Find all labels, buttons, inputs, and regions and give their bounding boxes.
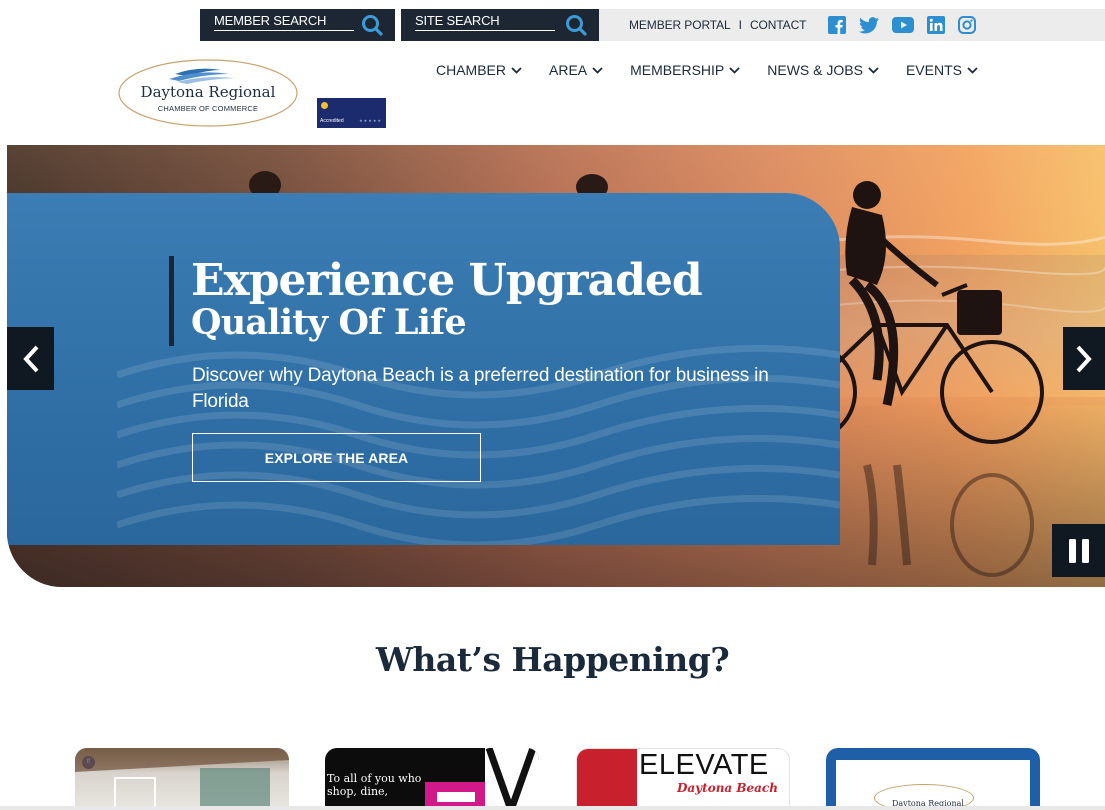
- nav-item-news-jobs[interactable]: NEWS & JOBS: [767, 62, 879, 78]
- member-search-box[interactable]: MEMBER SEARCH: [200, 9, 395, 41]
- hero-subtitle: Discover why Daytona Beach is a preferre…: [192, 365, 769, 412]
- nav-item-label[interactable]: AREA: [549, 62, 587, 78]
- chevron-down-icon: [511, 66, 522, 74]
- explore-area-button[interactable]: EXPLORE THE AREA: [192, 433, 481, 482]
- facebook-icon[interactable]: [828, 16, 847, 34]
- nav-item-label[interactable]: EVENTS: [906, 62, 962, 78]
- card-subtitle: Daytona Beach: [677, 781, 778, 795]
- nav-item-events[interactable]: EVENTS: [906, 62, 978, 78]
- search-icon[interactable]: [361, 14, 383, 36]
- main-navigation: CHAMBER AREA MEMBERSHIP NEWS & JOBS EVEN…: [436, 62, 978, 78]
- hero-slider: Experience Upgraded Quality Of Life Disc…: [7, 145, 1105, 587]
- card-image: [75, 748, 289, 810]
- chamber-logo[interactable]: Daytona Regional CHAMBER OF COMMERCE: [117, 58, 299, 128]
- card-caption: To all of you who shop, dine,: [327, 772, 422, 798]
- hero-title-line2: Quality Of Life: [191, 302, 467, 343]
- title-accent-bar: [169, 256, 174, 346]
- member-search-label[interactable]: MEMBER SEARCH: [214, 13, 354, 31]
- chevron-down-icon: [592, 66, 603, 74]
- news-card[interactable]: ff: [75, 748, 289, 810]
- twitter-icon[interactable]: [859, 16, 880, 34]
- nav-item-label[interactable]: MEMBERSHIP: [630, 62, 724, 78]
- card-graphic-panel: [485, 748, 539, 810]
- accreditation-seal-icon: [321, 102, 328, 109]
- link-separator: I: [738, 18, 742, 32]
- chevron-down-icon: [868, 66, 879, 74]
- slider-prev-button[interactable]: [7, 327, 54, 390]
- news-card[interactable]: Daytona Regional: [826, 748, 1040, 810]
- site-search-label[interactable]: SITE SEARCH: [415, 13, 555, 31]
- search-icon[interactable]: [565, 14, 587, 36]
- linkedin-icon[interactable]: [927, 16, 946, 34]
- slider-pause-button[interactable]: [1052, 524, 1105, 577]
- star-rating-icon: ★★★★★: [359, 118, 382, 123]
- contact-link[interactable]: CONTACT: [750, 18, 807, 32]
- logo-name: Daytona Regional: [140, 83, 276, 101]
- youtube-icon[interactable]: [892, 17, 915, 33]
- plus-icon: [437, 792, 475, 802]
- nav-item-membership[interactable]: MEMBERSHIP: [630, 62, 740, 78]
- news-card[interactable]: ELEVATE Daytona Beach: [576, 748, 790, 810]
- nav-item-label[interactable]: CHAMBER: [436, 62, 506, 78]
- nav-item-area[interactable]: AREA: [549, 62, 603, 78]
- utility-bar: MEMBER PORTAL I CONTACT: [599, 9, 1105, 41]
- decorative-waves: [117, 344, 840, 545]
- accreditation-label: Accredited: [320, 118, 344, 124]
- card-graphic: [577, 749, 637, 809]
- member-portal-link[interactable]: MEMBER PORTAL: [629, 18, 731, 32]
- slider-next-button[interactable]: [1063, 327, 1105, 390]
- page-fold-divider: [0, 806, 1105, 810]
- nav-item-chamber[interactable]: CHAMBER: [436, 62, 522, 78]
- instagram-icon[interactable]: [958, 16, 977, 34]
- logo-subtitle: CHAMBER OF COMMERCE: [157, 104, 259, 113]
- accreditation-badge: Accredited ★★★★★: [317, 98, 386, 128]
- chevron-right-icon: [1076, 345, 1092, 372]
- social-links: [828, 16, 977, 34]
- chevron-down-icon: [729, 66, 740, 74]
- pause-icon: [1068, 538, 1089, 563]
- chevron-down-icon: [967, 66, 978, 74]
- chevron-left-icon: [22, 345, 38, 372]
- nav-item-label[interactable]: NEWS & JOBS: [767, 62, 863, 78]
- news-card[interactable]: To all of you who shop, dine,: [325, 748, 539, 810]
- site-search-box[interactable]: SITE SEARCH: [401, 9, 599, 41]
- card-title: ELEVATE: [639, 749, 769, 781]
- letter-v-graphic: [485, 748, 537, 810]
- section-title: What’s Happening?: [375, 640, 730, 679]
- hero-title: Experience Upgraded: [191, 255, 703, 306]
